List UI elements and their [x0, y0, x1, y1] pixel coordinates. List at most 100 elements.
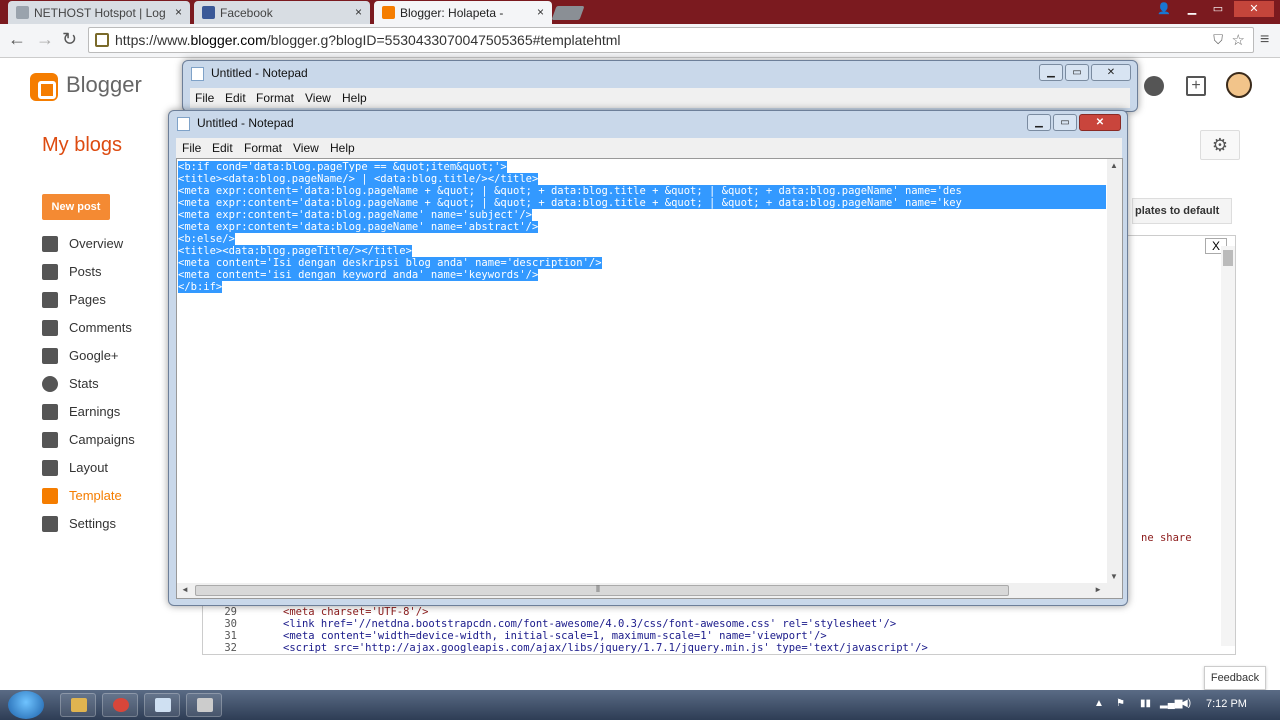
posts-icon — [42, 264, 58, 280]
menu-bar: File Edit Format View Help — [190, 88, 1130, 108]
minimize-button[interactable]: ▁ — [1039, 64, 1063, 81]
forward-button[interactable]: → — [36, 29, 54, 50]
home-icon — [42, 236, 58, 252]
revert-template-button[interactable]: plates to default — [1132, 198, 1232, 224]
trophy-icon — [42, 404, 58, 420]
feedback-button[interactable]: Feedback — [1204, 666, 1266, 690]
line-number: 31 — [224, 630, 237, 642]
tab-facebook[interactable]: Facebook × — [194, 1, 370, 24]
scroll-up-arrow-icon[interactable]: ▲ — [1110, 161, 1118, 170]
selected-text-line: <meta expr:content='data:blog.pageName +… — [178, 185, 1106, 197]
tab-label: NETHOST Hotspot | Log — [34, 6, 166, 20]
menu-view[interactable]: View — [293, 141, 319, 155]
maximize-button[interactable]: ▭ — [1053, 114, 1077, 131]
selected-text-line: <title><data:blog.pageName/> | <data:blo… — [178, 173, 539, 185]
close-icon[interactable]: × — [537, 5, 544, 19]
start-button[interactable] — [8, 691, 44, 719]
line-text: <script src='http://ajax.googleapis.com/… — [283, 642, 928, 654]
line-text: <meta charset='UTF-8'/> — [283, 606, 429, 618]
battery-icon[interactable]: ▮▮ — [1140, 698, 1151, 709]
blogger-logo-icon[interactable] — [30, 73, 58, 101]
close-window-button[interactable]: ✕ — [1234, 1, 1274, 17]
menu-help[interactable]: Help — [330, 141, 355, 155]
maximize-button[interactable]: ▭ — [1065, 64, 1089, 81]
tab-blogger[interactable]: Blogger: Holapeta - × — [374, 1, 552, 24]
minimize-button[interactable]: ▁ — [1180, 1, 1204, 17]
vertical-scrollbar[interactable]: ▲ ▼ — [1107, 159, 1122, 583]
campaigns-icon — [42, 432, 58, 448]
selected-text-line: <meta expr:content='data:blog.pageName' … — [178, 209, 533, 221]
taskbar-chrome[interactable] — [102, 693, 138, 717]
notepad-icon — [155, 698, 171, 712]
minimize-button[interactable]: ▁ — [1027, 114, 1051, 131]
menu-icon[interactable]: ≡ — [1260, 31, 1269, 49]
show-hidden-icons[interactable]: ▲ — [1094, 698, 1104, 709]
menu-edit[interactable]: Edit — [212, 141, 233, 155]
notepad-window-back[interactable]: Untitled - Notepad ▁ ▭ ✕ File Edit Forma… — [182, 60, 1138, 112]
menu-file[interactable]: File — [195, 91, 214, 105]
scroll-left-arrow-icon[interactable]: ◄ — [181, 585, 189, 594]
avatar[interactable] — [1226, 72, 1252, 98]
notepad-window[interactable]: Untitled - Notepad ▁ ▭ ✕ File Edit Forma… — [168, 110, 1128, 606]
address-bar[interactable]: https://www.blogger.com/blogger.g?blogID… — [88, 27, 1254, 53]
code-line: 29 <meta charset='UTF-8'/> — [207, 606, 1217, 618]
new-post-button[interactable]: New post — [42, 194, 110, 220]
menu-help[interactable]: Help — [342, 91, 367, 105]
settings-gear-button[interactable]: ⚙ — [1200, 130, 1240, 160]
close-button[interactable]: ✕ — [1079, 114, 1121, 131]
editor-scroll-thumb[interactable] — [1223, 250, 1233, 266]
layout-icon — [42, 460, 58, 476]
scroll-down-arrow-icon[interactable]: ▼ — [1110, 572, 1118, 581]
close-button[interactable]: ✕ — [1091, 64, 1131, 81]
line-number: 32 — [224, 642, 237, 654]
window-title: Untitled - Notepad — [197, 116, 294, 130]
notepad-icon — [191, 67, 204, 81]
volume-icon[interactable]: ◀) — [1180, 698, 1191, 709]
brand-name[interactable]: Blogger — [66, 72, 142, 98]
code-fragment: ne share — [1141, 532, 1192, 544]
clock[interactable]: 7:12 PM — [1206, 698, 1247, 710]
back-button[interactable]: ← — [8, 29, 26, 50]
lock-icon — [95, 33, 109, 47]
shield-icon[interactable]: ⛉ — [1213, 32, 1223, 48]
editor-scrollbar[interactable] — [1221, 246, 1235, 646]
grip-icon: ⦀ — [596, 584, 600, 594]
maximize-button[interactable]: ▭ — [1206, 1, 1230, 17]
star-icon[interactable]: ☆ — [1232, 31, 1245, 49]
facebook-icon — [202, 6, 215, 19]
selected-text-line: <meta expr:content='data:blog.pageName' … — [178, 221, 539, 233]
comments-icon — [42, 320, 58, 336]
reload-button[interactable]: ↻ — [62, 29, 77, 50]
user-icon[interactable]: 👤 — [1152, 1, 1176, 17]
notifications-icon[interactable] — [1144, 76, 1164, 96]
menu-format[interactable]: Format — [244, 141, 282, 155]
tab-nethost[interactable]: NETHOST Hotspot | Log × — [8, 1, 190, 24]
horizontal-scrollbar[interactable]: ◄ ⦀ ► — [177, 583, 1122, 598]
chrome-icon — [113, 698, 129, 712]
flag-icon[interactable]: ⚑ — [1116, 698, 1125, 709]
menu-file[interactable]: File — [182, 141, 201, 155]
close-icon[interactable]: × — [175, 5, 182, 19]
selected-text-line: </b:if> — [178, 281, 223, 293]
menu-format[interactable]: Format — [256, 91, 294, 105]
blogger-icon — [382, 6, 395, 19]
taskbar-explorer[interactable] — [60, 693, 96, 717]
menu-view[interactable]: View — [305, 91, 331, 105]
template-icon — [42, 488, 58, 504]
camera-icon — [197, 698, 213, 712]
notepad-icon — [177, 117, 190, 131]
close-icon[interactable]: × — [355, 5, 362, 19]
selected-text-line: <b:if cond='data:blog.pageType == &quot;… — [178, 161, 507, 173]
taskbar-notepad[interactable] — [144, 693, 180, 717]
new-tab-button[interactable] — [551, 6, 585, 20]
menu-edit[interactable]: Edit — [225, 91, 246, 105]
pages-icon — [42, 292, 58, 308]
windows-taskbar: ▲ ⚑ ▮▮ ▂▄▆ ◀) 7:12 PM — [0, 690, 1280, 720]
my-blogs-link[interactable]: My blogs — [42, 134, 122, 157]
share-add-icon[interactable]: + — [1186, 76, 1206, 96]
horizontal-scroll-thumb[interactable]: ⦀ — [195, 584, 1009, 596]
taskbar-camera[interactable] — [186, 693, 222, 717]
notepad-text-area[interactable]: <b:if cond='data:blog.pageType == &quot;… — [176, 158, 1123, 599]
scroll-right-arrow-icon[interactable]: ► — [1094, 585, 1102, 594]
tab-label: Facebook — [220, 6, 273, 20]
